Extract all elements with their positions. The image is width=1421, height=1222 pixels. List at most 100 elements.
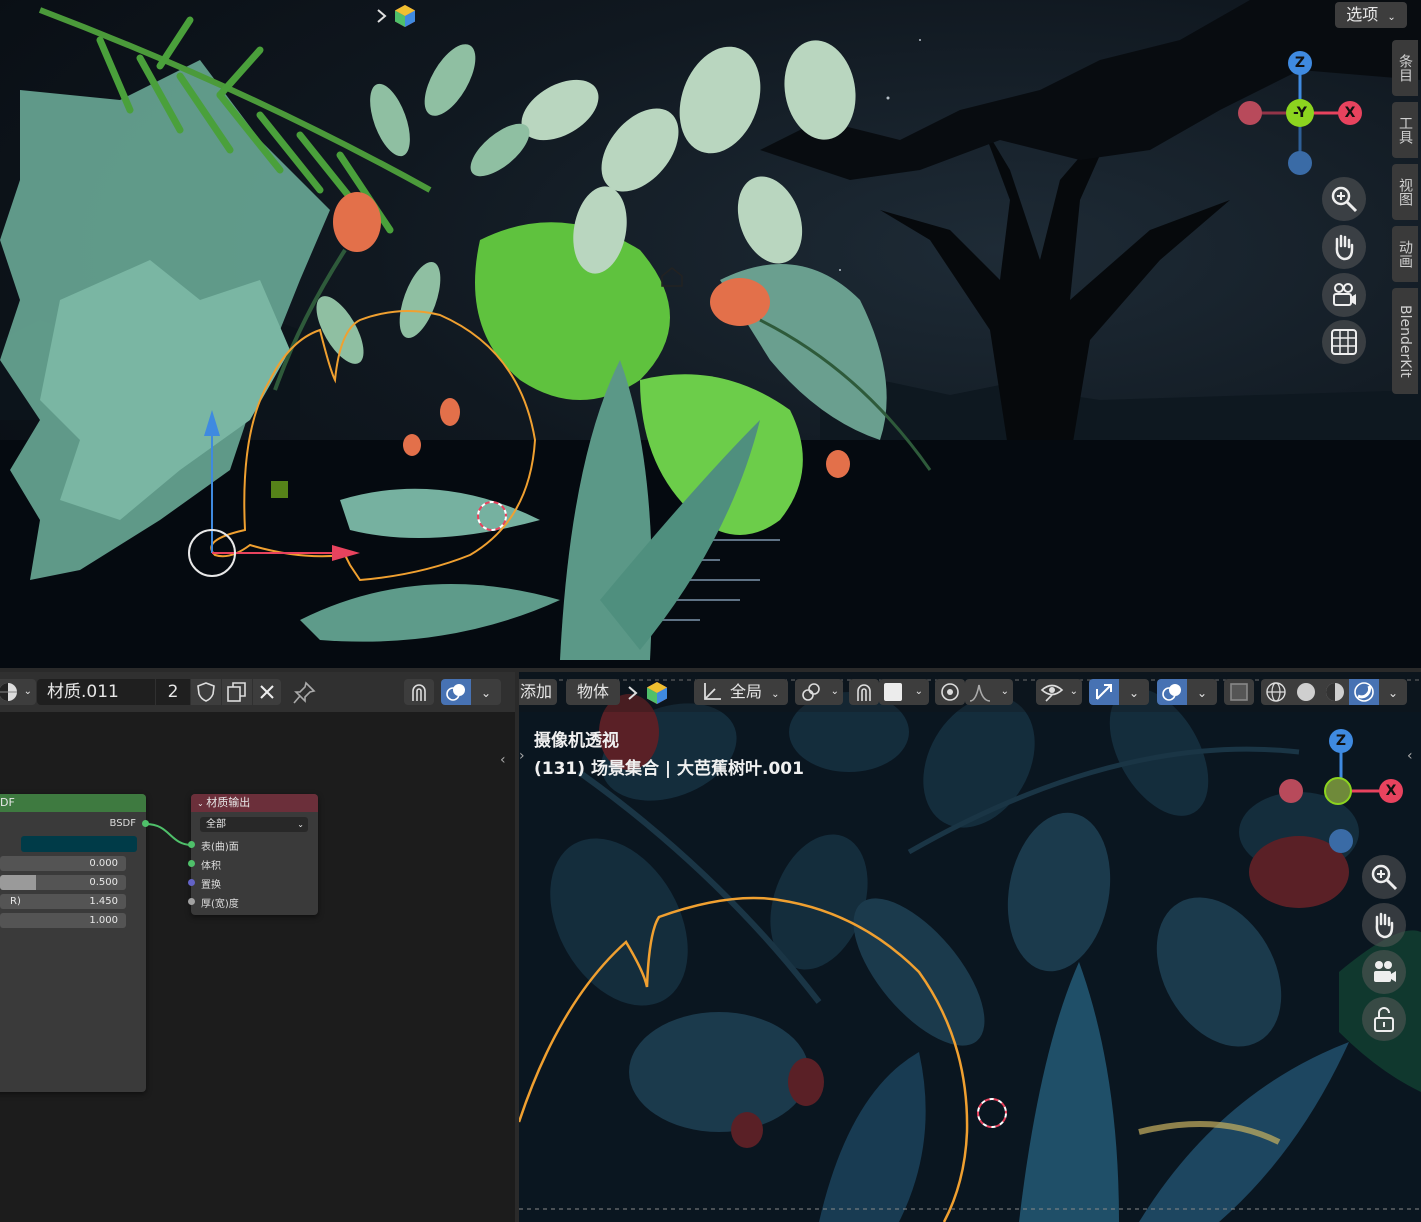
gizmo-toggle[interactable]	[1089, 679, 1119, 705]
transform-orientation-dropdown[interactable]: 全局 ⌄	[694, 679, 788, 705]
thickness-input-socket[interactable]	[188, 898, 195, 905]
bsdf-node-title: DF	[0, 794, 146, 812]
orientation-icon	[704, 683, 721, 700]
bsdf-field-3[interactable]: R) 1.450	[0, 894, 126, 909]
output-target-select[interactable]: 全部 ⌄	[200, 817, 308, 832]
side-tab-tool[interactable]: 工具	[1392, 102, 1418, 158]
fake-user-button[interactable]	[191, 679, 221, 705]
xray-icon	[1230, 683, 1248, 701]
chevron-down-icon: ⌄	[1069, 686, 1078, 697]
field-fill	[0, 875, 36, 890]
gizmo-neg-z-axis[interactable]	[1329, 829, 1353, 853]
field-value: 0.000	[89, 858, 118, 869]
field-value: 0.500	[89, 877, 118, 888]
solid-shading-button[interactable]	[1291, 679, 1320, 705]
gizmo-neg-z-axis[interactable]	[1288, 151, 1312, 175]
gizmo-z-axis[interactable]: Z	[1288, 51, 1312, 75]
ortho-toggle-button[interactable]	[1322, 320, 1366, 364]
xray-toggle[interactable]	[1224, 679, 1254, 705]
side-tab-blenderkit[interactable]: BlenderKit	[1392, 288, 1418, 394]
gizmo-neg-x-axis[interactable]	[1238, 101, 1262, 125]
user-count-button[interactable]: 2	[156, 679, 190, 705]
proportional-falloff-dropdown[interactable]: ⌄	[965, 679, 1013, 705]
gizmo-y-axis[interactable]	[1324, 777, 1352, 805]
zoom-icon	[1331, 186, 1358, 213]
gizmo-dropdown[interactable]: ⌄	[1119, 679, 1149, 705]
chevron-left-icon[interactable]: ‹	[500, 752, 514, 774]
surface-input-label: 表(曲)面	[201, 842, 239, 853]
principled-bsdf-node[interactable]: DF BSDF 0.000 0.500 R) 1.450 1.000	[0, 794, 149, 1092]
camera-view-button[interactable]	[1322, 273, 1366, 317]
shader-node-editor[interactable]: ⌄ 材质.011 2 ⌄ ‹ DF BSDF 0.000 0.500 R) 1.…	[0, 672, 515, 1222]
displacement-input-label: 置换	[201, 880, 221, 891]
side-tab-animation[interactable]: 动画	[1392, 226, 1418, 282]
chevron-left-icon[interactable]: ‹	[1407, 748, 1419, 764]
scene-collection-icon[interactable]	[645, 681, 669, 705]
unlink-material-button[interactable]	[253, 679, 281, 705]
options-label: 选项	[1346, 5, 1379, 24]
camera-view-button[interactable]	[1362, 950, 1406, 994]
lock-camera-button[interactable]	[1362, 997, 1406, 1041]
pan-button[interactable]	[1362, 903, 1406, 947]
chevron-right-icon[interactable]	[626, 684, 640, 702]
overlay-toggle[interactable]	[441, 679, 471, 705]
options-dropdown[interactable]: 选项 ⌄	[1335, 2, 1407, 28]
chevron-right-icon[interactable]: ›	[519, 748, 531, 764]
pan-button[interactable]	[1322, 225, 1366, 269]
proportional-edit-toggle[interactable]	[935, 679, 965, 705]
gizmo-x-axis[interactable]: X	[1338, 101, 1362, 125]
wireframe-shading-button[interactable]	[1261, 679, 1291, 705]
scene-collection-icon[interactable]	[393, 4, 417, 28]
material-preview-button[interactable]	[1320, 679, 1349, 705]
object-menu[interactable]: 物体	[566, 679, 620, 705]
material-browse-button[interactable]: ⌄	[0, 679, 36, 705]
gizmo-z-axis[interactable]: Z	[1329, 729, 1353, 753]
bsdf-field-1[interactable]: 0.000	[0, 856, 126, 871]
material-output-node[interactable]: ⌄ 材质输出 全部 ⌄ 表(曲)面 体积 置换 厚(宽)度	[188, 794, 318, 915]
chevron-down-icon: ⌄	[297, 820, 304, 829]
proportional-icon	[941, 683, 959, 701]
field-label: R)	[10, 896, 21, 907]
shading-dropdown[interactable]: ⌄	[1379, 679, 1407, 705]
overlay-icon	[1162, 684, 1181, 701]
pivot-point-dropdown[interactable]: ⌄	[795, 679, 843, 705]
surface-input-socket[interactable]	[188, 841, 195, 848]
snap-toggle[interactable]	[849, 679, 879, 705]
zoom-button[interactable]	[1322, 177, 1366, 221]
pin-icon[interactable]	[292, 681, 318, 705]
overlay-toggle[interactable]	[1157, 679, 1187, 705]
zoom-icon	[1371, 864, 1398, 891]
displacement-input-socket[interactable]	[188, 879, 195, 886]
overlay-dropdown[interactable]: ⌄	[1187, 679, 1217, 705]
side-tab-view[interactable]: 视图	[1392, 164, 1418, 220]
volume-input-socket[interactable]	[188, 860, 195, 867]
gizmo-neg-y-axis[interactable]: -Y	[1286, 99, 1314, 127]
rendered-shading-button[interactable]	[1349, 679, 1379, 705]
side-tab-item[interactable]: 条目	[1392, 40, 1418, 96]
camera-icon	[1374, 961, 1396, 982]
top-3d-viewport[interactable]: 选项 ⌄ Z X -Y 条目 工具 视图 动画 BlenderKit	[0, 0, 1421, 668]
chevron-down-icon: ⌄	[197, 799, 207, 808]
chevron-down-icon: ⌄	[1387, 686, 1399, 700]
material-name-field[interactable]: 材质.011	[37, 679, 155, 705]
camera-3d-viewport[interactable]: 添加 物体 全局 ⌄ ⌄ ⌄ ⌄ ⌄ ⌄ ⌄ ⌄ 摄像机透视 (131) 场景集…	[519, 672, 1421, 1222]
snap-toggle[interactable]	[404, 679, 434, 705]
scene-render	[0, 0, 1421, 668]
bsdf-field-2[interactable]: 0.500	[0, 875, 126, 890]
base-color-field[interactable]	[21, 836, 137, 852]
gizmo-x-axis[interactable]: X	[1379, 779, 1403, 803]
unlock-icon	[1374, 1007, 1394, 1032]
duplicate-material-button[interactable]	[222, 679, 252, 705]
visibility-dropdown[interactable]: ⌄	[1036, 679, 1082, 705]
add-menu[interactable]: 添加	[519, 679, 557, 705]
chevron-down-icon: ⌄	[1128, 686, 1140, 700]
zoom-button[interactable]	[1362, 855, 1406, 899]
overlay-dropdown[interactable]: ⌄	[471, 679, 501, 705]
gizmo-neg-x-axis[interactable]	[1279, 779, 1303, 803]
rendered-sphere-icon	[1354, 682, 1374, 702]
snap-target-dropdown[interactable]: ⌄	[879, 679, 929, 705]
bsdf-field-4[interactable]: 1.000	[0, 913, 126, 928]
chevron-right-icon[interactable]	[375, 7, 389, 25]
chevron-down-icon: ⌄	[1196, 686, 1208, 700]
shield-icon	[197, 682, 215, 702]
